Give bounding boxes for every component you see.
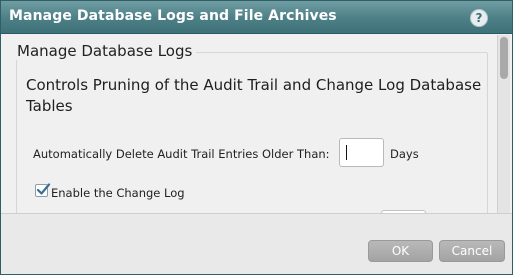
- days-unit-label: Days: [390, 147, 419, 161]
- checkmark-icon: [36, 183, 51, 195]
- manage-logs-dialog: Manage Database Logs and File Archives ?…: [0, 0, 513, 275]
- dialog-content: Manage Database Logs Controls Pruning of…: [3, 35, 497, 213]
- change-log-label[interactable]: Enable the Change Log: [51, 186, 185, 200]
- ok-button[interactable]: OK: [368, 240, 433, 262]
- dialog-title: Manage Database Logs and File Archives: [9, 8, 337, 24]
- dialog-footer: OK Cancel: [1, 213, 512, 274]
- audit-trail-label: Automatically Delete Audit Trail Entries…: [33, 147, 330, 161]
- section-legend: Manage Database Logs: [13, 42, 197, 60]
- help-icon[interactable]: ?: [470, 9, 488, 27]
- change-log-checkbox[interactable]: [35, 183, 51, 197]
- text-caret: [346, 145, 347, 160]
- content-scrollbar[interactable]: [497, 35, 510, 213]
- section-description: Controls Pruning of the Audit Trail and …: [26, 76, 482, 115]
- dialog-titlebar[interactable]: Manage Database Logs and File Archives ?: [1, 1, 512, 34]
- scrollbar-thumb[interactable]: [500, 37, 508, 79]
- cancel-button[interactable]: Cancel: [439, 240, 505, 262]
